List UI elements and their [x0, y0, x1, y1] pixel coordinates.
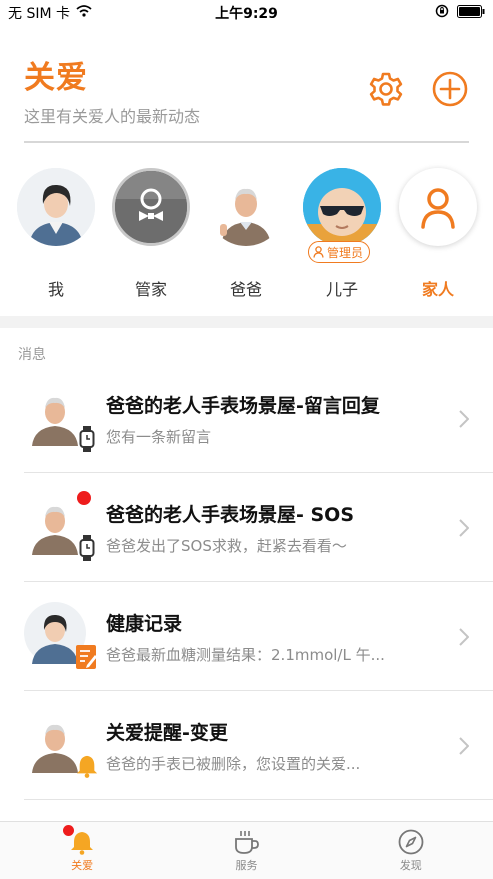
list-item[interactable]: 爸爸的老人手表场景屋- SOS 爸爸发出了SOS求救，赶紧去看看～ [0, 473, 493, 582]
message-avatar [24, 710, 98, 781]
plus-circle-icon [432, 71, 468, 107]
member-butler[interactable]: 管家 [111, 168, 191, 300]
watch-icon [76, 425, 98, 452]
avatar [17, 168, 95, 246]
section-title: 消息 [18, 347, 46, 363]
message-title: 关爱提醒-变更 [106, 721, 228, 744]
unread-dot [63, 824, 75, 836]
user-icon [313, 246, 324, 258]
watch-icon [76, 534, 98, 561]
message-avatar [24, 383, 95, 454]
gear-icon [369, 72, 403, 106]
member-label: 爸爸 [229, 280, 262, 299]
message-title: 健康记录 [106, 612, 183, 635]
message-list: 爸爸的老人手表场景屋-留言回复 您有一条新留言 爸爸的老人手表场景屋- SOS … [0, 364, 493, 800]
member-label: 我 [47, 280, 64, 299]
message-title: 爸爸的老人手表场景屋- SOS [106, 503, 355, 526]
member-family[interactable]: 家人 [398, 168, 478, 300]
header-divider [24, 141, 469, 143]
list-item[interactable]: 爸爸的老人手表场景屋-留言回复 您有一条新留言 [0, 364, 493, 473]
add-button[interactable] [431, 70, 469, 108]
chevron-right-icon [459, 518, 469, 537]
status-bar: 无 SIM 卡 上午9:29 [0, 0, 493, 26]
butler-icon [115, 171, 187, 243]
bell-icon [76, 753, 98, 779]
avatar [112, 168, 190, 246]
carrier-label: 无 SIM 卡 [8, 6, 70, 22]
tab-label: 关爱 [71, 858, 94, 872]
chevron-right-icon [459, 409, 469, 428]
coffee-icon [235, 830, 260, 854]
unread-dot [77, 490, 91, 505]
member-dad[interactable]: 爸爸 [206, 168, 286, 300]
tab-label: 发现 [399, 858, 422, 872]
section-divider [0, 316, 493, 328]
tab-service[interactable]: 服务 [164, 822, 328, 879]
compass-icon [398, 829, 424, 854]
message-subtitle: 您有一条新留言 [106, 427, 212, 446]
member-label: 儿子 [325, 280, 358, 299]
family-members-row: 我 管家 爸爸 管理员 儿子 家人 [0, 168, 493, 308]
member-me[interactable]: 我 [16, 168, 96, 300]
settings-button[interactable] [367, 70, 405, 108]
avatar [399, 168, 477, 246]
wifi-icon [76, 5, 92, 21]
person-icon [421, 188, 455, 229]
chevron-right-icon [459, 736, 469, 755]
avatar [303, 168, 381, 246]
member-label: 管家 [134, 280, 167, 299]
member-son[interactable]: 管理员 儿子 [302, 168, 382, 300]
message-subtitle: 爸爸发出了SOS求救，赶紧去看看～ [106, 536, 347, 555]
message-subtitle: 爸爸最新血糖测量结果：2.1mmol/L 午... [106, 645, 385, 664]
admin-badge-label: 管理员 [327, 245, 364, 260]
admin-badge: 管理员 [308, 241, 371, 263]
rotation-lock-icon [435, 4, 449, 22]
avatar [207, 168, 285, 246]
chevron-right-icon [459, 627, 469, 646]
message-title: 爸爸的老人手表场景屋-留言回复 [106, 394, 380, 417]
tab-care[interactable]: 关爱 [0, 822, 164, 879]
message-avatar [24, 490, 95, 563]
tab-discover[interactable]: 发现 [329, 822, 493, 879]
page-header: 关爱 这里有关爱人的最新动态 [24, 52, 469, 142]
message-avatar [24, 601, 97, 672]
list-item[interactable]: 健康记录 爸爸最新血糖测量结果：2.1mmol/L 午... [0, 582, 493, 691]
member-label: 家人 [421, 280, 454, 299]
tab-label: 服务 [235, 858, 258, 872]
tab-bar: 关爱 服务 发现 [0, 821, 493, 879]
record-icon [76, 644, 98, 670]
message-subtitle: 爸爸的手表已被删除，您设置的关爱... [106, 754, 361, 773]
battery-icon [457, 4, 485, 22]
list-item[interactable]: 关爱提醒-变更 爸爸的手表已被删除，您设置的关爱... [0, 691, 493, 800]
